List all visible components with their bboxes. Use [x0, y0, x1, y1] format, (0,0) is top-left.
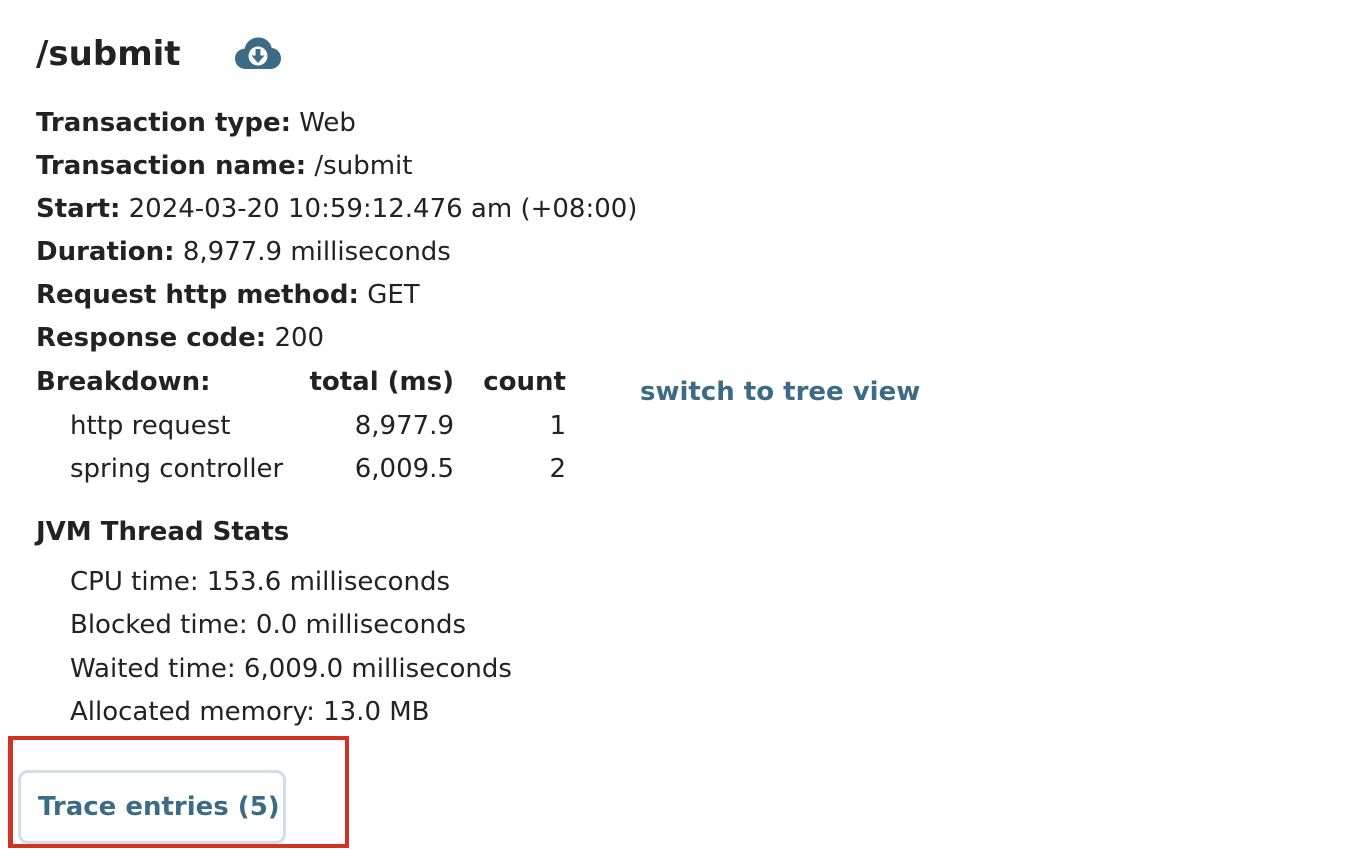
detail-value: 200 — [274, 323, 325, 353]
detail-label: Transaction name: — [36, 151, 307, 181]
trace-entries-button[interactable]: Trace entries (5) — [18, 770, 286, 844]
detail-value: GET — [367, 280, 420, 310]
detail-start: Start: 2024-03-20 10:59:12.476 am (+08:0… — [36, 188, 637, 231]
breakdown-total: 8,977.9 — [354, 410, 454, 441]
detail-value: /submit — [314, 151, 413, 181]
jvm-stats-list: CPU time: 153.6 milliseconds Blocked tim… — [36, 561, 512, 734]
list-item: Blocked time: 0.0 milliseconds — [70, 610, 467, 641]
jvm-heading: JVM Thread Stats — [36, 517, 290, 547]
detail-response-code: Response code: 200 — [36, 317, 637, 360]
breakdown-section: Breakdown: total (ms) count http request… — [36, 361, 566, 492]
breakdown-table: Breakdown: total (ms) count http request… — [36, 361, 566, 492]
column-header-count: count — [483, 367, 566, 397]
title-row: /submit — [36, 28, 181, 80]
detail-value: Web — [299, 108, 356, 138]
detail-value: 2024-03-20 10:59:12.476 am (+08:00) — [128, 194, 638, 224]
detail-label: Duration: — [36, 237, 175, 267]
transaction-details: Transaction type: Web Transaction name: … — [36, 102, 637, 360]
breakdown-name: spring controller — [70, 454, 284, 484]
list-item: CPU time: 153.6 milliseconds — [70, 567, 451, 597]
table-row: spring controller 6,009.5 2 — [36, 448, 566, 492]
column-header-total: total (ms) — [309, 367, 454, 397]
breakdown-count: 2 — [549, 454, 566, 484]
breakdown-count: 1 — [549, 410, 566, 441]
detail-transaction-name: Transaction name: /submit — [36, 145, 637, 188]
transaction-detail-page: /submit Transaction type: Web Transactio… — [0, 0, 1360, 866]
page-title: /submit — [36, 34, 181, 74]
list-item: Allocated memory: 13.0 MB — [70, 696, 430, 727]
switch-to-tree-view-link[interactable]: switch to tree view — [640, 372, 920, 412]
jvm-thread-stats: JVM Thread Stats CPU time: 153.6 millise… — [36, 511, 512, 734]
list-item: Waited time: 6,009.0 milliseconds — [70, 653, 512, 684]
detail-label: Transaction type: — [36, 108, 291, 138]
breakdown-total: 6,009.5 — [354, 454, 454, 484]
detail-value: 8,977.9 milliseconds — [182, 237, 451, 267]
detail-http-method: Request http method: GET — [36, 274, 637, 317]
breakdown-name: http request — [70, 410, 231, 441]
detail-label: Request http method: — [36, 280, 359, 310]
detail-label: Response code: — [36, 323, 267, 353]
detail-label: Start: — [36, 194, 121, 224]
breakdown-label: Breakdown: — [36, 367, 211, 397]
detail-duration: Duration: 8,977.9 milliseconds — [36, 231, 637, 274]
breakdown-header-row: Breakdown: total (ms) count — [36, 361, 566, 405]
cloud-download-icon[interactable] — [234, 36, 282, 72]
table-row: http request 8,977.9 1 — [36, 405, 566, 449]
detail-transaction-type: Transaction type: Web — [36, 102, 637, 145]
